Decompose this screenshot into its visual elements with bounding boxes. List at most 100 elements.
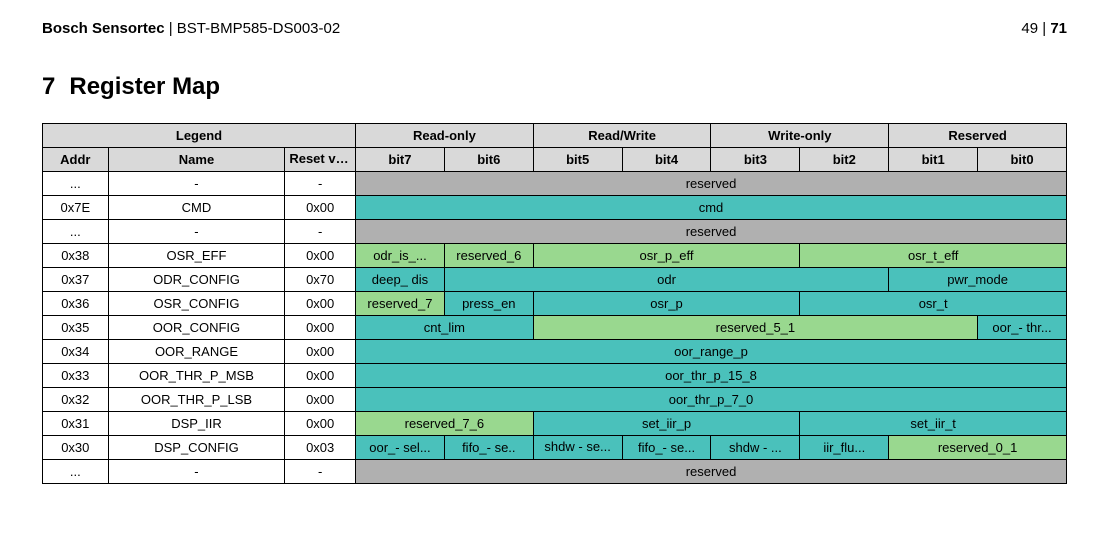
field: osr_p_eff	[533, 244, 800, 268]
field-cmd: cmd	[356, 196, 1067, 220]
reset: -	[285, 172, 356, 196]
reset: 0x00	[285, 412, 356, 436]
field: press_en	[444, 292, 533, 316]
reset: 0x03	[285, 436, 356, 460]
field-reserved: reserved	[356, 460, 1067, 484]
table-row: 0x30 DSP_CONFIG 0x03 oor_- sel... fifo_-…	[43, 436, 1067, 460]
field: odr	[444, 268, 888, 292]
field: osr_t_eff	[800, 244, 1067, 268]
addr: 0x32	[43, 388, 109, 412]
rname: -	[108, 172, 285, 196]
reset: 0x00	[285, 364, 356, 388]
section-title: 7Register Map	[42, 73, 1067, 101]
field: deep_ dis	[356, 268, 445, 292]
field: set_iir_p	[533, 412, 800, 436]
field: set_iir_t	[800, 412, 1067, 436]
addr: 0x38	[43, 244, 109, 268]
col-bit3: bit3	[711, 148, 800, 172]
rname: OSR_CONFIG	[108, 292, 285, 316]
rname: -	[108, 220, 285, 244]
addr: 0x30	[43, 436, 109, 460]
reset: 0x70	[285, 268, 356, 292]
addr: 0x7E	[43, 196, 109, 220]
col-bit1: bit1	[889, 148, 978, 172]
legend-writeonly: Write-only	[711, 124, 889, 148]
rname: OSR_EFF	[108, 244, 285, 268]
field: oor_- thr...	[978, 316, 1067, 340]
reset: 0x00	[285, 292, 356, 316]
reset: 0x00	[285, 244, 356, 268]
table-row: ... - - reserved	[43, 220, 1067, 244]
field: odr_is_...	[356, 244, 445, 268]
field: fifo_- se...	[622, 436, 711, 460]
field: reserved_5_1	[533, 316, 977, 340]
addr: ...	[43, 172, 109, 196]
addr: ...	[43, 220, 109, 244]
rname: OOR_RANGE	[108, 340, 285, 364]
field: osr_p	[533, 292, 800, 316]
field: cnt_lim	[356, 316, 534, 340]
field: oor_thr_p_15_8	[356, 364, 1067, 388]
legend-readonly: Read-only	[356, 124, 534, 148]
reset: 0x00	[285, 316, 356, 340]
rname: DSP_CONFIG	[108, 436, 285, 460]
register-map-table: Legend Read-only Read/Write Write-only R…	[42, 123, 1067, 484]
rname: OOR_THR_P_LSB	[108, 388, 285, 412]
col-reset: Reset value	[285, 148, 356, 172]
table-row: 0x38 OSR_EFF 0x00 odr_is_... reserved_6 …	[43, 244, 1067, 268]
table-row: 0x36 OSR_CONFIG 0x00 reserved_7 press_en…	[43, 292, 1067, 316]
table-row: ... - - reserved	[43, 172, 1067, 196]
col-bit2: bit2	[800, 148, 889, 172]
addr: 0x37	[43, 268, 109, 292]
col-addr: Addr	[43, 148, 109, 172]
field: fifo_- se..	[444, 436, 533, 460]
col-name: Name	[108, 148, 285, 172]
field: reserved_6	[444, 244, 533, 268]
table-row: 0x31 DSP_IIR 0x00 reserved_7_6 set_iir_p…	[43, 412, 1067, 436]
legend-readwrite: Read/Write	[533, 124, 711, 148]
addr: 0x35	[43, 316, 109, 340]
reset: 0x00	[285, 340, 356, 364]
field: oor_- sel...	[356, 436, 445, 460]
column-header-row: Addr Name Reset value bit7 bit6 bit5 bit…	[43, 148, 1067, 172]
reset: 0x00	[285, 388, 356, 412]
table-head: Legend Read-only Read/Write Write-only R…	[43, 124, 1067, 172]
field-reserved: reserved	[356, 220, 1067, 244]
doc-id: Bosch Sensortec | BST-BMP585-DS003-02	[42, 20, 340, 37]
table-row: 0x32 OOR_THR_P_LSB 0x00 oor_thr_p_7_0	[43, 388, 1067, 412]
table-row: 0x7E CMD 0x00 cmd	[43, 196, 1067, 220]
legend-row: Legend Read-only Read/Write Write-only R…	[43, 124, 1067, 148]
field: pwr_mode	[889, 268, 1067, 292]
rname: -	[108, 460, 285, 484]
page-header: Bosch Sensortec | BST-BMP585-DS003-02 49…	[42, 20, 1067, 37]
legend-reserved: Reserved	[889, 124, 1067, 148]
field: iir_flu...	[800, 436, 889, 460]
brand: Bosch Sensortec	[42, 20, 165, 37]
addr: ...	[43, 460, 109, 484]
col-bit5: bit5	[533, 148, 622, 172]
table-row: 0x35 OOR_CONFIG 0x00 cnt_lim reserved_5_…	[43, 316, 1067, 340]
rname: CMD	[108, 196, 285, 220]
field: reserved_7_6	[356, 412, 534, 436]
addr: 0x34	[43, 340, 109, 364]
addr: 0x31	[43, 412, 109, 436]
field: osr_t	[800, 292, 1067, 316]
rname: ODR_CONFIG	[108, 268, 285, 292]
col-bit4: bit4	[622, 148, 711, 172]
reset: 0x00	[285, 196, 356, 220]
reset: -	[285, 220, 356, 244]
rname: DSP_IIR	[108, 412, 285, 436]
table-body: ... - - reserved 0x7E CMD 0x00 cmd ... -…	[43, 172, 1067, 484]
rname: OOR_THR_P_MSB	[108, 364, 285, 388]
page-number: 49 | 71	[1021, 20, 1067, 37]
table-row: 0x33 OOR_THR_P_MSB 0x00 oor_thr_p_15_8	[43, 364, 1067, 388]
field: oor_range_p	[356, 340, 1067, 364]
field: reserved_7	[356, 292, 445, 316]
field: reserved_0_1	[889, 436, 1067, 460]
reset: -	[285, 460, 356, 484]
field: shdw - ...	[711, 436, 800, 460]
addr: 0x36	[43, 292, 109, 316]
addr: 0x33	[43, 364, 109, 388]
field-reserved: reserved	[356, 172, 1067, 196]
rname: OOR_CONFIG	[108, 316, 285, 340]
